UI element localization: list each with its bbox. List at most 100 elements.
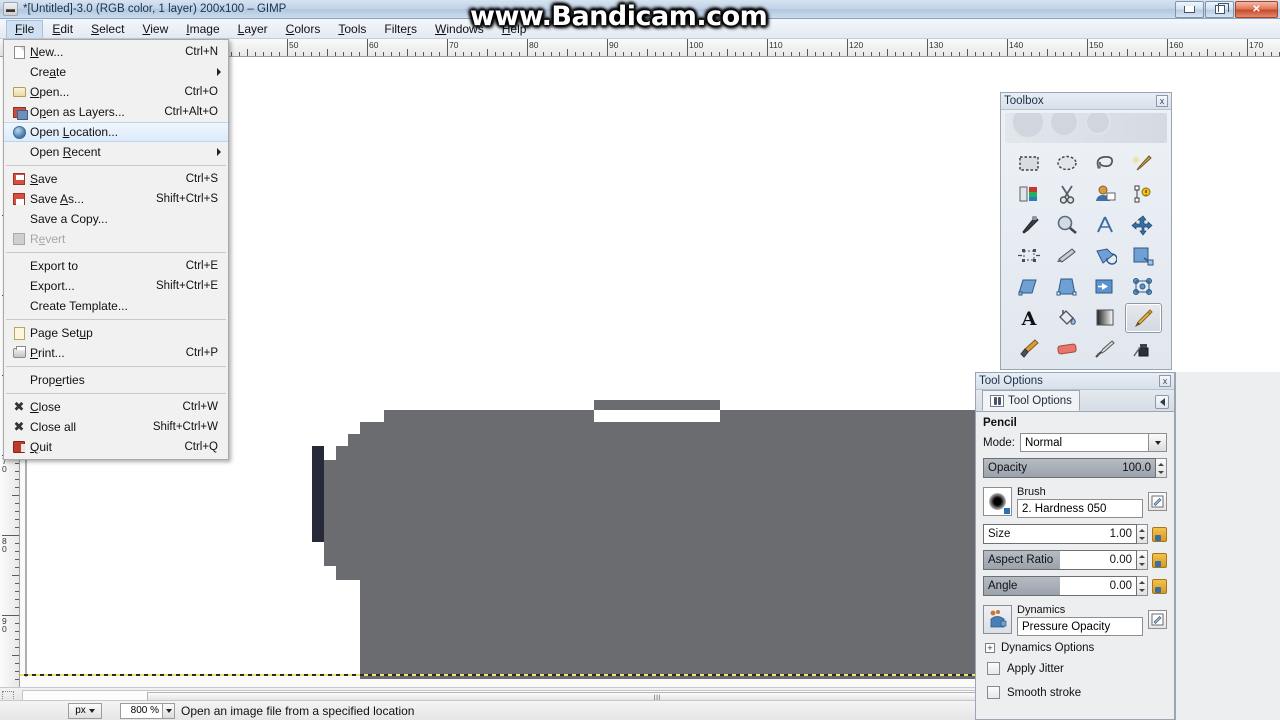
menu-edit[interactable]: Edit — [43, 20, 82, 38]
paintbrush-tool[interactable] — [1011, 334, 1048, 364]
zoom-input[interactable]: 800 % — [120, 702, 162, 719]
brush-preview[interactable] — [983, 486, 1012, 516]
file-menu-item-close[interactable]: ✖ Close Ctrl+W — [4, 397, 228, 417]
file-menu-item-export[interactable]: Export... Shift+Ctrl+E — [4, 276, 228, 296]
ruler-tick — [671, 52, 672, 56]
smooth-stroke-checkbox[interactable] — [987, 686, 1000, 699]
file-menu-item-create[interactable]: Create — [4, 62, 228, 82]
bucket-fill-tool[interactable] — [1049, 303, 1086, 333]
ruler-tick — [967, 49, 968, 56]
rotate-tool[interactable] — [1087, 241, 1124, 271]
select-by-color-tool[interactable] — [1011, 179, 1048, 209]
measure-tool[interactable] — [1087, 210, 1124, 240]
revert-icon — [13, 233, 25, 245]
brush-value[interactable]: 2. Hardness 050 — [1017, 499, 1143, 518]
gradient-tool[interactable] — [1087, 303, 1124, 333]
menu-tools[interactable]: Tools — [329, 20, 375, 38]
text-tool[interactable]: A — [1011, 303, 1048, 333]
color-picker-tool[interactable] — [1011, 210, 1048, 240]
opacity-stepper[interactable] — [1156, 458, 1167, 478]
foreground-select-tool[interactable] — [1087, 179, 1124, 209]
scissors-select-tool[interactable] — [1049, 179, 1086, 209]
file-menu-item-open-location[interactable]: Open Location... — [4, 122, 228, 142]
dynamics-options-expander[interactable]: + Dynamics Options — [985, 642, 1167, 654]
angle-stepper[interactable] — [1137, 576, 1148, 596]
flip-tool[interactable] — [1087, 272, 1124, 302]
apply-jitter-checkbox[interactable] — [987, 662, 1000, 675]
menu-colors[interactable]: Colors — [277, 20, 330, 38]
printer-icon — [8, 346, 30, 358]
file-menu-item-save[interactable]: Save Ctrl+S — [4, 169, 228, 189]
size-stepper[interactable] — [1137, 524, 1148, 544]
file-menu-item-page-setup[interactable]: Page Setup — [4, 323, 228, 343]
zoom-tool[interactable] — [1049, 210, 1086, 240]
mode-combo[interactable]: Normal — [1019, 433, 1149, 452]
minimize-button[interactable] — [1175, 0, 1204, 18]
shear-tool[interactable] — [1011, 272, 1048, 302]
free-select-tool[interactable] — [1087, 148, 1124, 178]
angle-slider[interactable]: Angle 0.00 — [983, 576, 1137, 596]
perspective-tool[interactable] — [1049, 272, 1086, 302]
file-menu-item-properties[interactable]: Properties — [4, 370, 228, 390]
rect-select-tool[interactable] — [1011, 148, 1048, 178]
menu-file[interactable]: File — [6, 19, 44, 38]
size-reset-button[interactable] — [1152, 526, 1167, 542]
scale-tool[interactable] — [1125, 241, 1162, 271]
move-tool[interactable] — [1125, 210, 1162, 240]
mode-combo-button[interactable] — [1149, 433, 1167, 452]
zoom-dropdown-button[interactable] — [162, 702, 175, 719]
file-menu-item-close-all[interactable]: ✖ Close all Shift+Ctrl+W — [4, 417, 228, 437]
close-button[interactable]: ✕ — [1235, 0, 1278, 18]
file-menu-item-create-template[interactable]: Create Template... — [4, 296, 228, 316]
close-icon: x — [1162, 375, 1168, 386]
toolbox-close-button[interactable]: x — [1156, 95, 1168, 107]
aspect-ratio-slider[interactable]: Aspect Ratio 0.00 — [983, 550, 1137, 570]
aspect-ratio-reset-button[interactable] — [1152, 552, 1167, 568]
angle-reset-button[interactable] — [1152, 578, 1167, 594]
dynamics-value[interactable]: Pressure Opacity — [1017, 617, 1143, 636]
alignment-tool[interactable] — [1011, 241, 1048, 271]
file-menu-item-export-to[interactable]: Export to Ctrl+E — [4, 256, 228, 276]
eraser-tool[interactable] — [1049, 334, 1086, 364]
file-menu-item-save-as[interactable]: Save As... Shift+Ctrl+S — [4, 189, 228, 209]
dynamics-preview[interactable] — [983, 604, 1012, 634]
tool-options-title: Tool Options — [979, 375, 1043, 387]
crop-tool[interactable] — [1049, 241, 1086, 271]
menu-layer[interactable]: Layer — [229, 20, 277, 38]
paths-tool[interactable] — [1125, 179, 1162, 209]
menu-filters[interactable]: Filters — [375, 20, 426, 38]
pencil-tool[interactable] — [1124, 303, 1162, 333]
menu-select[interactable]: Select — [82, 20, 133, 38]
airbrush-tool[interactable] — [1087, 334, 1124, 364]
tab-tool-options[interactable]: Tool Options — [982, 390, 1080, 411]
opacity-slider[interactable]: Opacity 100.0 — [983, 458, 1156, 478]
ruler-tick — [1143, 52, 1144, 56]
ruler-tick — [903, 52, 904, 56]
menu-image[interactable]: Image — [177, 20, 228, 38]
file-menu-item-quit[interactable]: Quit Ctrl+Q — [4, 437, 228, 457]
tool-options-close-button[interactable]: x — [1159, 375, 1171, 387]
unit-selector[interactable]: px — [68, 702, 102, 719]
apply-jitter-row[interactable]: Apply Jitter — [987, 662, 1167, 675]
ruler-tick — [1231, 52, 1232, 56]
file-menu-item-print[interactable]: Print... Ctrl+P — [4, 343, 228, 363]
file-menu-item-open[interactable]: Open... Ctrl+O — [4, 82, 228, 102]
file-menu-item-open-recent[interactable]: Open Recent — [4, 142, 228, 162]
file-menu-item-open-as-layers[interactable]: Open as Layers... Ctrl+Alt+O — [4, 102, 228, 122]
ellipse-select-tool[interactable] — [1049, 148, 1086, 178]
file-menu-item-save-a-copy[interactable]: Save a Copy... — [4, 209, 228, 229]
shape-pixel-block — [360, 665, 1026, 679]
size-slider[interactable]: Size 1.00 — [983, 524, 1137, 544]
ruler-tick — [615, 52, 616, 56]
smooth-stroke-row[interactable]: Smooth stroke — [987, 686, 1167, 699]
cage-transform-tool[interactable] — [1125, 272, 1162, 302]
fuzzy-select-tool[interactable] — [1125, 148, 1162, 178]
ink-tool[interactable] — [1125, 334, 1162, 364]
edit-brush-button[interactable] — [1148, 491, 1167, 511]
menu-view[interactable]: View — [133, 20, 177, 38]
file-menu-item-new[interactable]: New... Ctrl+N — [4, 42, 228, 62]
aspect-ratio-stepper[interactable] — [1137, 550, 1148, 570]
collapse-panel-button[interactable] — [1155, 395, 1169, 409]
maximize-button[interactable] — [1205, 0, 1234, 18]
edit-dynamics-button[interactable] — [1148, 609, 1167, 629]
